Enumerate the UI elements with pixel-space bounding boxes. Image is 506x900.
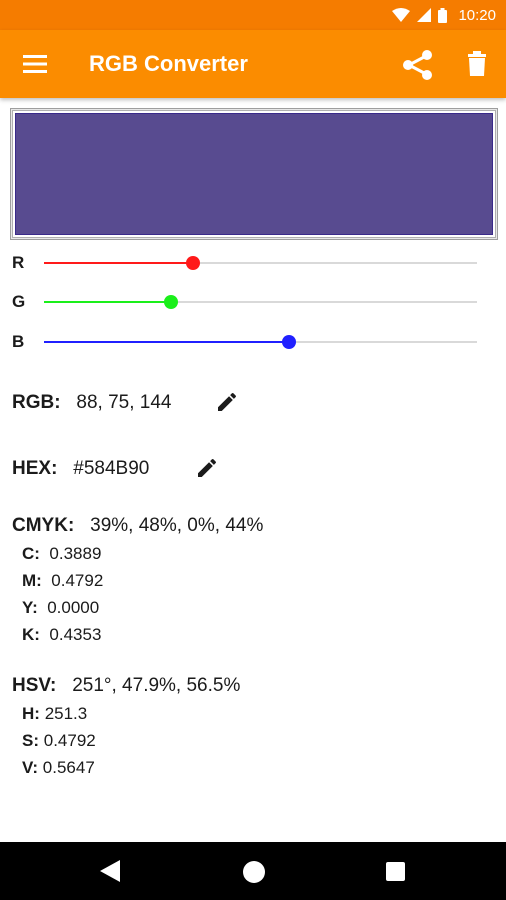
hsv-v-value: 0.5647 <box>42 758 95 777</box>
rgb-row: RGB: 88, 75, 144 <box>12 392 172 414</box>
cmyk-k-value: 0.4353 <box>49 625 102 644</box>
cmyk-row: CMYK: 39%, 48%, 0%, 44% <box>12 515 263 537</box>
blue-slider-thumb[interactable] <box>281 335 296 349</box>
red-slider-fill <box>44 262 194 264</box>
cmyk-y-row: Y: 0.0000 <box>22 598 99 618</box>
battery-icon <box>438 7 448 23</box>
color-preview-frame <box>10 108 498 240</box>
hsv-s-label: S: <box>22 731 39 750</box>
hsv-row: HSV: 251°, 47.9%, 56.5% <box>12 675 240 697</box>
hex-label: HEX: <box>12 458 58 479</box>
home-circle-icon[interactable] <box>243 861 265 883</box>
blue-slider-row: B <box>0 327 506 357</box>
color-preview <box>15 113 493 235</box>
menu-icon[interactable] <box>22 52 48 76</box>
green-slider-row: G <box>0 287 506 317</box>
red-slider-thumb[interactable] <box>186 256 201 270</box>
hsv-h-row: H: 251.3 <box>22 704 87 724</box>
cmyk-label: CMYK: <box>12 515 75 536</box>
status-time: 10:20 <box>458 6 496 24</box>
app-bar: RGB Converter <box>0 30 506 98</box>
cmyk-summary: 39%, 48%, 0%, 44% <box>90 515 264 536</box>
blue-slider-fill <box>44 341 289 343</box>
red-slider-label: R <box>12 253 25 272</box>
hsv-s-value: 0.4792 <box>43 731 96 750</box>
trash-icon[interactable] <box>466 51 488 77</box>
cmyk-m-value: 0.4792 <box>51 571 104 590</box>
cmyk-m-row: M: 0.4792 <box>22 571 103 591</box>
cmyk-c-row: C: 0.3889 <box>22 544 101 564</box>
share-icon[interactable] <box>402 50 434 80</box>
cmyk-c-value: 0.3889 <box>49 544 102 563</box>
hex-value: #584B90 <box>73 458 150 479</box>
edit-hex-pencil-icon[interactable] <box>195 456 219 480</box>
red-slider-row: R <box>0 248 506 278</box>
rgb-label: RGB: <box>12 392 61 413</box>
cmyk-m-label: M: <box>22 571 42 590</box>
hsv-h-value: 251.3 <box>44 704 88 723</box>
green-slider-label: G <box>12 292 26 311</box>
hsv-v-row: V: 0.5647 <box>22 758 95 778</box>
edit-rgb-pencil-icon[interactable] <box>215 390 239 414</box>
cmyk-c-label: C: <box>22 544 40 563</box>
app-title: RGB Converter <box>89 51 248 76</box>
hsv-label: HSV: <box>12 675 57 696</box>
cmyk-k-row: K: 0.4353 <box>22 625 101 645</box>
wifi-icon <box>392 8 411 22</box>
hsv-s-row: S: 0.4792 <box>22 731 96 751</box>
rgb-value: 88, 75, 144 <box>76 392 172 413</box>
status-bar: 10:20 <box>0 0 506 30</box>
hex-row: HEX: #584B90 <box>12 458 149 480</box>
green-slider-fill <box>44 301 172 303</box>
back-triangle-icon[interactable] <box>100 860 120 882</box>
hsv-h-label: H: <box>22 704 40 723</box>
green-slider-thumb[interactable] <box>164 295 179 309</box>
hsv-summary: 251°, 47.9%, 56.5% <box>72 675 241 696</box>
blue-slider-label: B <box>12 332 25 351</box>
system-nav-bar <box>0 842 506 900</box>
hsv-v-label: V: <box>22 758 39 777</box>
cmyk-y-value: 0.0000 <box>47 598 100 617</box>
cmyk-k-label: K: <box>22 625 40 644</box>
recents-square-icon[interactable] <box>386 862 405 881</box>
signal-icon <box>417 8 432 22</box>
cmyk-y-label: Y: <box>22 598 38 617</box>
